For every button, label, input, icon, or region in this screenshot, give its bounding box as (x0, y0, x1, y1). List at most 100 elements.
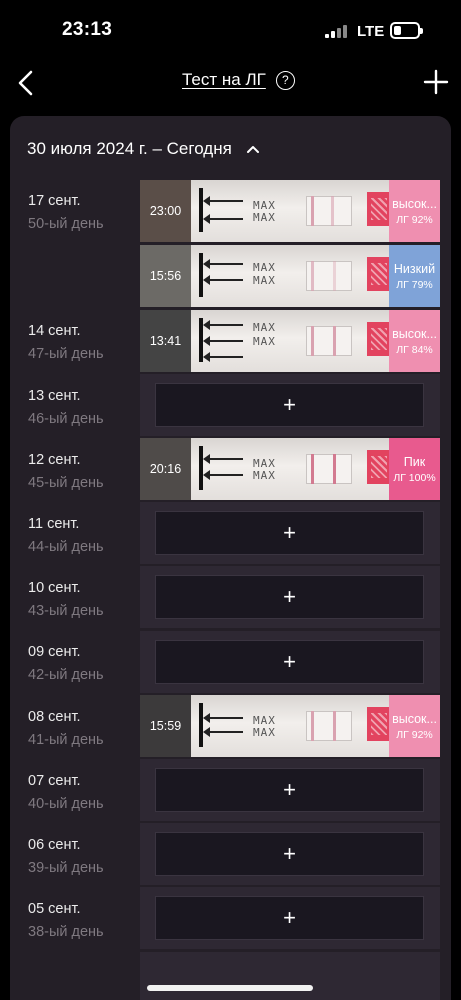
test-time: 23:00 (140, 180, 191, 242)
strip-text: MAX (253, 199, 276, 212)
add-test-button[interactable]: + (155, 896, 424, 940)
test-strip-row[interactable]: 20:16 MAX MAX Пик ЛГ 100% (140, 438, 440, 500)
cycle-day: 46-ый день (28, 411, 104, 427)
lh-level: высок... (392, 196, 437, 211)
nav-bar: Тест на ЛГ ? (0, 62, 461, 104)
help-icon[interactable]: ? (275, 70, 295, 90)
day-slot: + (140, 887, 440, 949)
day-date: 09 сент. (28, 644, 81, 660)
day-label: 13 сент. 46-ый день (28, 386, 148, 429)
cycle-day: 45-ый день (28, 475, 104, 491)
cycle-day: 47-ый день (28, 346, 104, 362)
day-label: 06 сент. 39-ый день (28, 835, 148, 878)
strip-text: MAX (253, 335, 276, 348)
strip-text: MAX (253, 274, 276, 287)
lh-percent: ЛГ 100% (393, 471, 436, 484)
test-strip-photo: MAX MAX (191, 180, 393, 242)
day-slot (140, 952, 440, 1000)
lh-percent: ЛГ 92% (396, 728, 433, 741)
lh-result-badge: высок... ЛГ 84% (389, 310, 440, 372)
test-time: 13:41 (140, 310, 191, 372)
day-label: 08 сент. 41-ый день (28, 707, 148, 750)
day-date: 06 сент. (28, 837, 81, 853)
page-title: Тест на ЛГ (182, 70, 266, 89)
cellular-signal-icon (325, 25, 347, 38)
test-time: 15:59 (140, 695, 191, 757)
strip-text: MAX (253, 321, 276, 334)
day-date: 07 сент. (28, 773, 81, 789)
test-strip-row[interactable]: 13:41 MAX MAX высок... ЛГ 84% (140, 310, 440, 372)
day-slot: + (140, 566, 440, 628)
battery-icon (390, 22, 423, 39)
cycle-day: 42-ый день (28, 667, 104, 683)
cycle-day: 40-ый день (28, 796, 104, 812)
cycle-day: 41-ый день (28, 732, 104, 748)
lh-test-card: 30 июля 2024 г. – Сегодня 17 сент. 50-ый… (10, 116, 451, 1000)
cycle-day: 38-ый день (28, 924, 104, 940)
lh-percent: ЛГ 92% (396, 213, 433, 226)
add-test-button[interactable]: + (155, 832, 424, 876)
day-slot: + (140, 631, 440, 693)
day-date: 14 сент. (28, 323, 81, 339)
day-slot: + (140, 502, 440, 564)
add-test-button[interactable]: + (155, 575, 424, 619)
period-range: 30 июля 2024 г. – Сегодня (27, 139, 232, 158)
strip-text: MAX (253, 469, 276, 482)
add-icon[interactable] (422, 68, 450, 96)
strip-text: MAX (253, 457, 276, 470)
lh-percent: ЛГ 79% (396, 278, 433, 291)
day-date: 05 сент. (28, 901, 81, 917)
test-strip-photo: MAX MAX (191, 310, 393, 372)
day-slot: + (140, 374, 440, 436)
cycle-day: 39-ый день (28, 860, 104, 876)
day-slot: + (140, 759, 440, 821)
test-strip-row[interactable]: 15:56 MAX MAX Низкий ЛГ 79% (140, 245, 440, 307)
test-strip-row[interactable]: 15:59 MAX MAX высок... ЛГ 92% (140, 695, 440, 757)
day-slot: + (140, 823, 440, 885)
period-header[interactable]: 30 июля 2024 г. – Сегодня (27, 139, 260, 159)
lh-level: высок... (392, 711, 437, 726)
test-strip-photo: MAX MAX (191, 245, 393, 307)
lh-level: высок... (392, 326, 437, 341)
day-date: 11 сент. (28, 516, 80, 532)
cycle-day: 50-ый день (28, 216, 104, 232)
lh-level: Низкий (393, 261, 436, 276)
status-bar: 23:13 LTE (0, 0, 461, 62)
day-label: 14 сент. 47-ый день (28, 321, 148, 364)
day-label: 07 сент. 40-ый день (28, 771, 148, 814)
test-strip-photo: MAX MAX (191, 438, 393, 500)
add-test-button[interactable]: + (155, 640, 424, 684)
back-chevron-icon[interactable] (15, 68, 37, 98)
day-label: 11 сент. 44-ый день (28, 514, 148, 557)
add-test-button[interactable]: + (155, 511, 424, 555)
day-label: 10 сент. 43-ый день (28, 578, 148, 621)
status-time: 23:13 (62, 19, 113, 40)
test-time: 20:16 (140, 438, 191, 500)
test-strip-photo: MAX MAX (191, 695, 393, 757)
network-type: LTE (357, 23, 385, 40)
nav-title-group: Тест на ЛГ ? (182, 70, 295, 90)
day-date: 10 сент. (28, 580, 81, 596)
add-test-button[interactable]: + (155, 768, 424, 812)
day-label: 12 сент. 45-ый день (28, 450, 148, 493)
cycle-day: 44-ый день (28, 539, 104, 555)
test-time: 15:56 (140, 245, 191, 307)
day-label: 05 сент. 38-ый день (28, 899, 148, 942)
day-date: 13 сент. (28, 388, 81, 404)
lh-result-badge: Низкий ЛГ 79% (389, 245, 440, 307)
add-test-button[interactable]: + (155, 383, 424, 427)
lh-level: Пик (403, 454, 426, 469)
chevron-up-icon[interactable] (246, 144, 260, 154)
test-strip-row[interactable]: 23:00 MAX MAX высок... ЛГ 92% (140, 180, 440, 242)
day-date: 17 сент. (28, 193, 81, 209)
lh-result-badge: Пик ЛГ 100% (389, 438, 440, 500)
strip-text: MAX (253, 726, 276, 739)
cycle-day: 43-ый день (28, 603, 104, 619)
home-indicator[interactable] (147, 985, 313, 991)
lh-result-badge: высок... ЛГ 92% (389, 695, 440, 757)
day-label: 17 сент. 50-ый день (28, 191, 148, 234)
strip-text: MAX (253, 714, 276, 727)
day-date: 12 сент. (28, 452, 81, 468)
lh-result-badge: высок... ЛГ 92% (389, 180, 440, 242)
strip-text: MAX (253, 211, 276, 224)
